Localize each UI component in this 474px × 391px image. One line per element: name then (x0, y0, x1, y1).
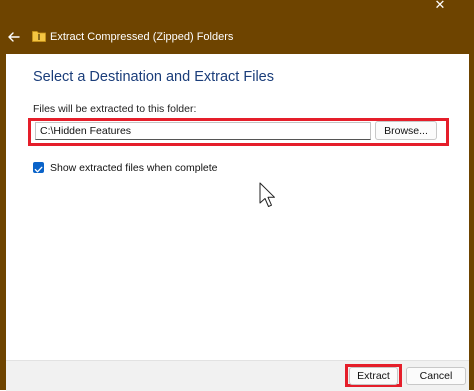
window-title: Extract Compressed (Zipped) Folders (50, 31, 234, 43)
page-title: Select a Destination and Extract Files (33, 69, 274, 85)
destination-path-input[interactable] (35, 122, 371, 140)
checkmark-icon (34, 166, 43, 173)
cancel-button[interactable]: Cancel (406, 367, 466, 385)
dialog-content: Select a Destination and Extract Files F… (6, 54, 469, 360)
browse-button[interactable]: Browse... (375, 121, 437, 140)
title-bar: ✕ Extract Compressed (Zipped) Folders (0, 0, 474, 54)
dialog-footer: Extract Cancel (6, 360, 469, 391)
show-files-label[interactable]: Show extracted files when complete (50, 161, 218, 175)
extract-button[interactable]: Extract (349, 367, 398, 385)
back-arrow-icon[interactable] (6, 29, 22, 45)
close-icon[interactable]: ✕ (430, 0, 450, 12)
zip-folder-icon (32, 31, 46, 42)
destination-label: Files will be extracted to this folder: (33, 103, 197, 115)
window-frame-right (469, 54, 474, 390)
show-files-checkbox[interactable] (33, 162, 44, 173)
mouse-pointer-icon (259, 182, 275, 207)
